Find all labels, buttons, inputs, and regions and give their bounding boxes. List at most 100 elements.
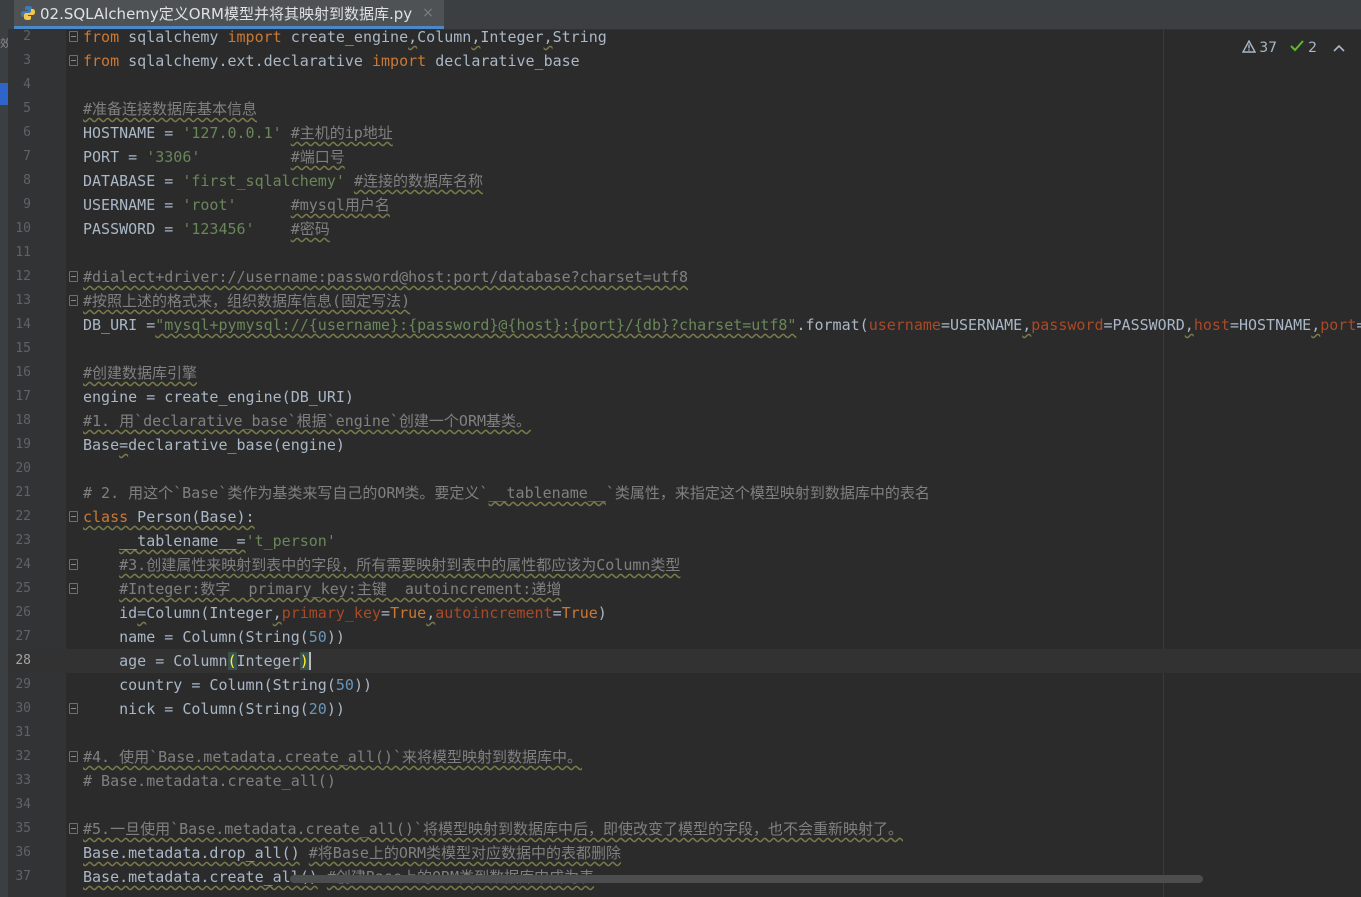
line-number: 15 bbox=[15, 341, 31, 356]
code-line[interactable]: 17 engine = create_engine(DB_URI) bbox=[8, 385, 1361, 409]
code-line[interactable]: 13 #按照上述的格式来，组织数据库信息(固定写法) bbox=[8, 289, 1361, 313]
code-line[interactable]: 6 HOSTNAME = '127.0.0.1' #主机的ip地址 bbox=[8, 121, 1361, 145]
fold-icon[interactable] bbox=[69, 583, 78, 594]
code-line[interactable]: 27 name = Column(String(50)) bbox=[8, 625, 1361, 649]
code-line[interactable]: 31 bbox=[8, 721, 1361, 745]
line-number: 10 bbox=[15, 221, 31, 236]
fold-icon[interactable] bbox=[69, 823, 78, 834]
code-line[interactable]: 32 #4. 使用`Base.metadata.create_all()`来将模… bbox=[8, 745, 1361, 769]
code-text: id=Column(Integer,primary_key=True,autoi… bbox=[83, 604, 607, 622]
weak-warnings-count: 2 bbox=[1308, 40, 1317, 56]
tab-filename: 02.SQLAlchemy定义ORM模型并将其映射到数据库.py bbox=[40, 4, 413, 23]
fold-icon[interactable] bbox=[69, 751, 78, 762]
code-line[interactable]: 15 bbox=[8, 337, 1361, 361]
line-number: 4 bbox=[23, 77, 31, 92]
code-line[interactable]: 26 id=Column(Integer,primary_key=True,au… bbox=[8, 601, 1361, 625]
line-number: 12 bbox=[15, 269, 31, 284]
code-line[interactable]: 24 #3.创建属性来映射到表中的字段，所有需要映射到表中的属性都应该为Colu… bbox=[8, 553, 1361, 577]
line-number: 28 bbox=[15, 653, 31, 668]
fold-icon[interactable] bbox=[69, 271, 78, 282]
code-line[interactable]: 7 PORT = '3306' #端口号 bbox=[8, 145, 1361, 169]
code-text: #1. 用`declarative_base`根据`engine`创建一个ORM… bbox=[83, 412, 532, 430]
code-text: from sqlalchemy import create_engine,Col… bbox=[83, 28, 607, 46]
code-text: Base=declarative_base(engine) bbox=[83, 436, 345, 454]
code-line-current[interactable]: 28 age = Column(Integer) bbox=[8, 649, 1361, 673]
code-text: # Base.metadata.create_all() bbox=[83, 772, 336, 790]
horizontal-scrollbar[interactable] bbox=[290, 875, 1203, 883]
weak-warnings-counter[interactable]: 2 bbox=[1289, 39, 1317, 57]
line-number: 30 bbox=[15, 701, 31, 716]
warnings-count: 37 bbox=[1259, 40, 1278, 56]
line-number: 21 bbox=[15, 485, 31, 500]
code-line[interactable]: 9 USERNAME = 'root' #mysql用户名 bbox=[8, 193, 1361, 217]
fold-icon[interactable] bbox=[69, 511, 78, 522]
line-number: 19 bbox=[15, 437, 31, 452]
line-number: 3 bbox=[23, 53, 31, 68]
code-text: engine = create_engine(DB_URI) bbox=[83, 388, 354, 406]
active-tool-indicator[interactable] bbox=[0, 83, 8, 105]
code-text: #5.一旦使用`Base.metadata.create_all()`将模型映射… bbox=[83, 820, 903, 838]
line-number: 26 bbox=[15, 605, 31, 620]
line-number: 34 bbox=[15, 797, 31, 812]
line-number: 13 bbox=[15, 293, 31, 308]
code-line[interactable]: 23 __tablename__='t_person' bbox=[8, 529, 1361, 553]
code-line[interactable]: 20 bbox=[8, 457, 1361, 481]
code-line[interactable]: 34 bbox=[8, 793, 1361, 817]
fold-icon[interactable] bbox=[69, 703, 78, 714]
line-number: 8 bbox=[23, 173, 31, 188]
line-number: 23 bbox=[15, 533, 31, 548]
code-line[interactable]: 19 Base=declarative_base(engine) bbox=[8, 433, 1361, 457]
code-line[interactable]: 14 DB_URI ="mysql+pymysql://{username}:{… bbox=[8, 313, 1361, 337]
code-line[interactable]: 33 # Base.metadata.create_all() bbox=[8, 769, 1361, 793]
line-number: 14 bbox=[15, 317, 31, 332]
close-icon[interactable]: × bbox=[422, 5, 434, 21]
chevron-up-icon[interactable] bbox=[1333, 40, 1345, 56]
line-number: 2 bbox=[23, 29, 31, 44]
code-line[interactable]: 18 #1. 用`declarative_base`根据`engine`创建一个… bbox=[8, 409, 1361, 433]
warning-icon bbox=[1242, 39, 1257, 57]
inspection-widget[interactable]: 37 2 bbox=[1242, 39, 1345, 57]
checkmark-icon bbox=[1289, 39, 1305, 57]
code-line[interactable]: 21 # 2. 用这个`Base`类作为基类来写自己的ORM类。要定义`__ta… bbox=[8, 481, 1361, 505]
code-line[interactable]: 22 class Person(Base): bbox=[8, 505, 1361, 529]
code-line[interactable]: 4 bbox=[8, 73, 1361, 97]
fold-icon[interactable] bbox=[69, 295, 78, 306]
code-text: #4. 使用`Base.metadata.create_all()`来将模型映射… bbox=[83, 748, 582, 766]
line-number: 5 bbox=[23, 101, 31, 116]
line-number: 7 bbox=[23, 149, 31, 164]
code-text: USERNAME = 'root' #mysql用户名 bbox=[83, 196, 390, 214]
fold-icon[interactable] bbox=[69, 31, 78, 42]
warnings-counter[interactable]: 37 bbox=[1242, 39, 1278, 57]
code-line[interactable]: 11 bbox=[8, 241, 1361, 265]
code-text: HOSTNAME = '127.0.0.1' #主机的ip地址 bbox=[83, 124, 393, 142]
code-line[interactable]: 36 Base.metadata.drop_all() #将Base上的ORM类… bbox=[8, 841, 1361, 865]
fold-icon[interactable] bbox=[69, 559, 78, 570]
code-line[interactable]: 30 nick = Column(String(20)) bbox=[8, 697, 1361, 721]
line-number: 25 bbox=[15, 581, 31, 596]
code-line[interactable]: 12 #dialect+driver://username:password@h… bbox=[8, 265, 1361, 289]
line-number: 20 bbox=[15, 461, 31, 476]
code-text: # 2. 用这个`Base`类作为基类来写自己的ORM类。要定义`__table… bbox=[83, 484, 930, 502]
code-text: DB_URI ="mysql+pymysql://{username}:{pas… bbox=[83, 316, 1361, 334]
code-text: from sqlalchemy.ext.declarative import d… bbox=[83, 52, 580, 70]
code-text: nick = Column(String(20)) bbox=[83, 700, 345, 718]
code-text: name = Column(String(50)) bbox=[83, 628, 345, 646]
line-number: 16 bbox=[15, 365, 31, 380]
code-line[interactable]: 8 DATABASE = 'first_sqlalchemy' #连接的数据库名… bbox=[8, 169, 1361, 193]
line-number: 6 bbox=[23, 125, 31, 140]
fold-icon[interactable] bbox=[69, 55, 78, 66]
code-line[interactable]: 35 #5.一旦使用`Base.metadata.create_all()`将模… bbox=[8, 817, 1361, 841]
code-line[interactable]: 5 #准备连接数据库基本信息 bbox=[8, 97, 1361, 121]
line-number: 24 bbox=[15, 557, 31, 572]
code-line[interactable]: 10 PASSWORD = '123456' #密码 bbox=[8, 217, 1361, 241]
code-text: #创建数据库引擎 bbox=[83, 364, 198, 382]
code-line[interactable]: 16 #创建数据库引擎 bbox=[8, 361, 1361, 385]
code-line[interactable]: 2 from sqlalchemy import create_engine,C… bbox=[8, 25, 1361, 49]
code-text: __tablename__='t_person' bbox=[119, 532, 336, 550]
code-line[interactable]: 29 country = Column(String(50)) bbox=[8, 673, 1361, 697]
code-text: #dialect+driver://username:password@host… bbox=[83, 268, 689, 286]
code-text: age = Column(Integer) bbox=[83, 652, 311, 670]
code-text: #按照上述的格式来，组织数据库信息(固定写法) bbox=[83, 292, 411, 310]
code-line[interactable]: 25 #Integer:数字 primary_key:主键 autoincrem… bbox=[8, 577, 1361, 601]
code-line[interactable]: 3 from sqlalchemy.ext.declarative import… bbox=[8, 49, 1361, 73]
